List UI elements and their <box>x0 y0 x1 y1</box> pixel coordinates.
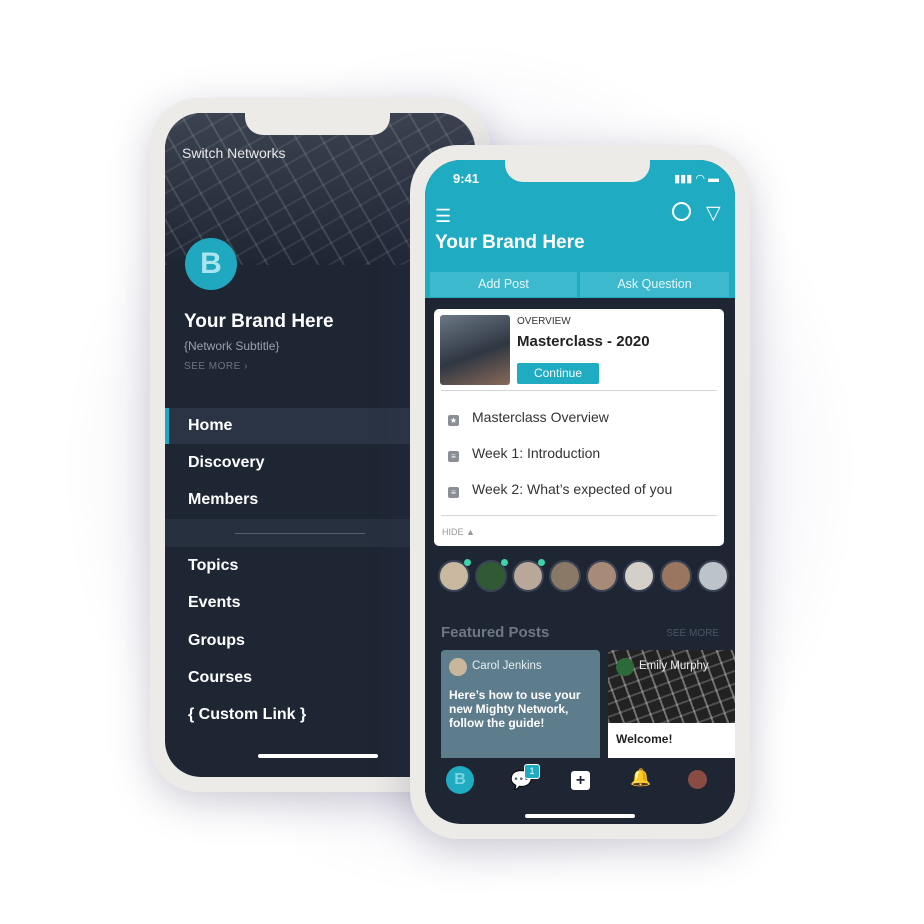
lesson-icon: ≡ <box>448 487 459 498</box>
hide-toggle[interactable]: HIDE ▲ <box>442 527 475 537</box>
member-avatar[interactable] <box>660 560 692 592</box>
post-author: Carol Jenkins <box>472 660 542 672</box>
status-icons: ▮▮▮ ◠ ▬ <box>674 173 719 185</box>
featured-post-card[interactable]: Emily Murphy Welcome! <box>608 650 735 760</box>
featured-posts-title: Featured Posts <box>441 624 550 641</box>
course-thumbnail <box>440 315 510 385</box>
profile-avatar[interactable] <box>688 770 707 789</box>
notch <box>505 160 650 182</box>
bottom-nav: B 💬 1 + 🔔 <box>425 758 735 804</box>
right-phone: 9:41 ▮▮▮ ◠ ▬ ☰ ▽ Your Brand Here Add Pos… <box>410 145 750 839</box>
add-icon[interactable]: + <box>571 771 590 790</box>
ask-question-button[interactable]: Ask Question <box>580 272 729 297</box>
avatar <box>616 658 634 676</box>
online-indicator <box>538 559 545 566</box>
online-indicator <box>501 559 508 566</box>
add-post-button[interactable]: Add Post <box>430 272 577 297</box>
member-avatar[interactable] <box>586 560 618 592</box>
bell-icon[interactable]: 🔔 <box>630 768 651 788</box>
course-item[interactable]: ≡ Week 1: Introduction <box>448 445 600 462</box>
course-item[interactable]: ≡ Week 2: What’s expected of you <box>448 481 672 498</box>
online-indicator <box>464 559 471 566</box>
member-avatar[interactable] <box>623 560 655 592</box>
filter-icon[interactable]: ▽ <box>706 202 721 225</box>
continue-button[interactable]: Continue <box>517 363 599 384</box>
search-icon[interactable] <box>672 202 691 221</box>
course-card: OVERVIEW Masterclass - 2020 Continue ★ Ma… <box>434 309 724 546</box>
hamburger-icon[interactable]: ☰ <box>435 206 451 227</box>
course-item[interactable]: ★ Masterclass Overview <box>448 409 609 426</box>
featured-post-card[interactable]: Carol Jenkins Here’s how to use your new… <box>441 650 600 760</box>
home-indicator <box>258 754 378 758</box>
post-text: Here’s how to use your new Mighty Networ… <box>449 688 581 730</box>
network-subtitle: {Network Subtitle} <box>184 339 280 353</box>
member-avatar[interactable] <box>549 560 581 592</box>
chat-badge: 1 <box>524 764 540 779</box>
post-author: Emily Murphy <box>639 660 709 672</box>
page-title: Your Brand Here <box>435 232 585 253</box>
home-indicator <box>525 814 635 818</box>
divider <box>441 390 717 391</box>
status-time: 9:41 <box>453 171 480 186</box>
switch-networks-link[interactable]: Switch Networks <box>182 145 285 161</box>
brand-logo: B <box>185 238 237 290</box>
network-title: Your Brand Here <box>184 311 334 332</box>
post-text: Welcome! <box>616 732 673 746</box>
lesson-icon: ≡ <box>448 451 459 462</box>
avatar <box>449 658 467 676</box>
course-title: Masterclass - 2020 <box>517 333 650 350</box>
course-kicker: OVERVIEW <box>517 316 571 327</box>
nav-home-logo[interactable]: B <box>446 766 474 794</box>
see-more-link[interactable]: SEE MORE › <box>184 361 248 372</box>
divider <box>441 515 717 516</box>
member-avatar[interactable] <box>697 560 729 592</box>
notch <box>245 113 390 135</box>
featured-see-more[interactable]: SEE MORE <box>666 628 719 639</box>
feed-screen: 9:41 ▮▮▮ ◠ ▬ ☰ ▽ Your Brand Here Add Pos… <box>425 160 735 824</box>
star-icon: ★ <box>448 415 459 426</box>
